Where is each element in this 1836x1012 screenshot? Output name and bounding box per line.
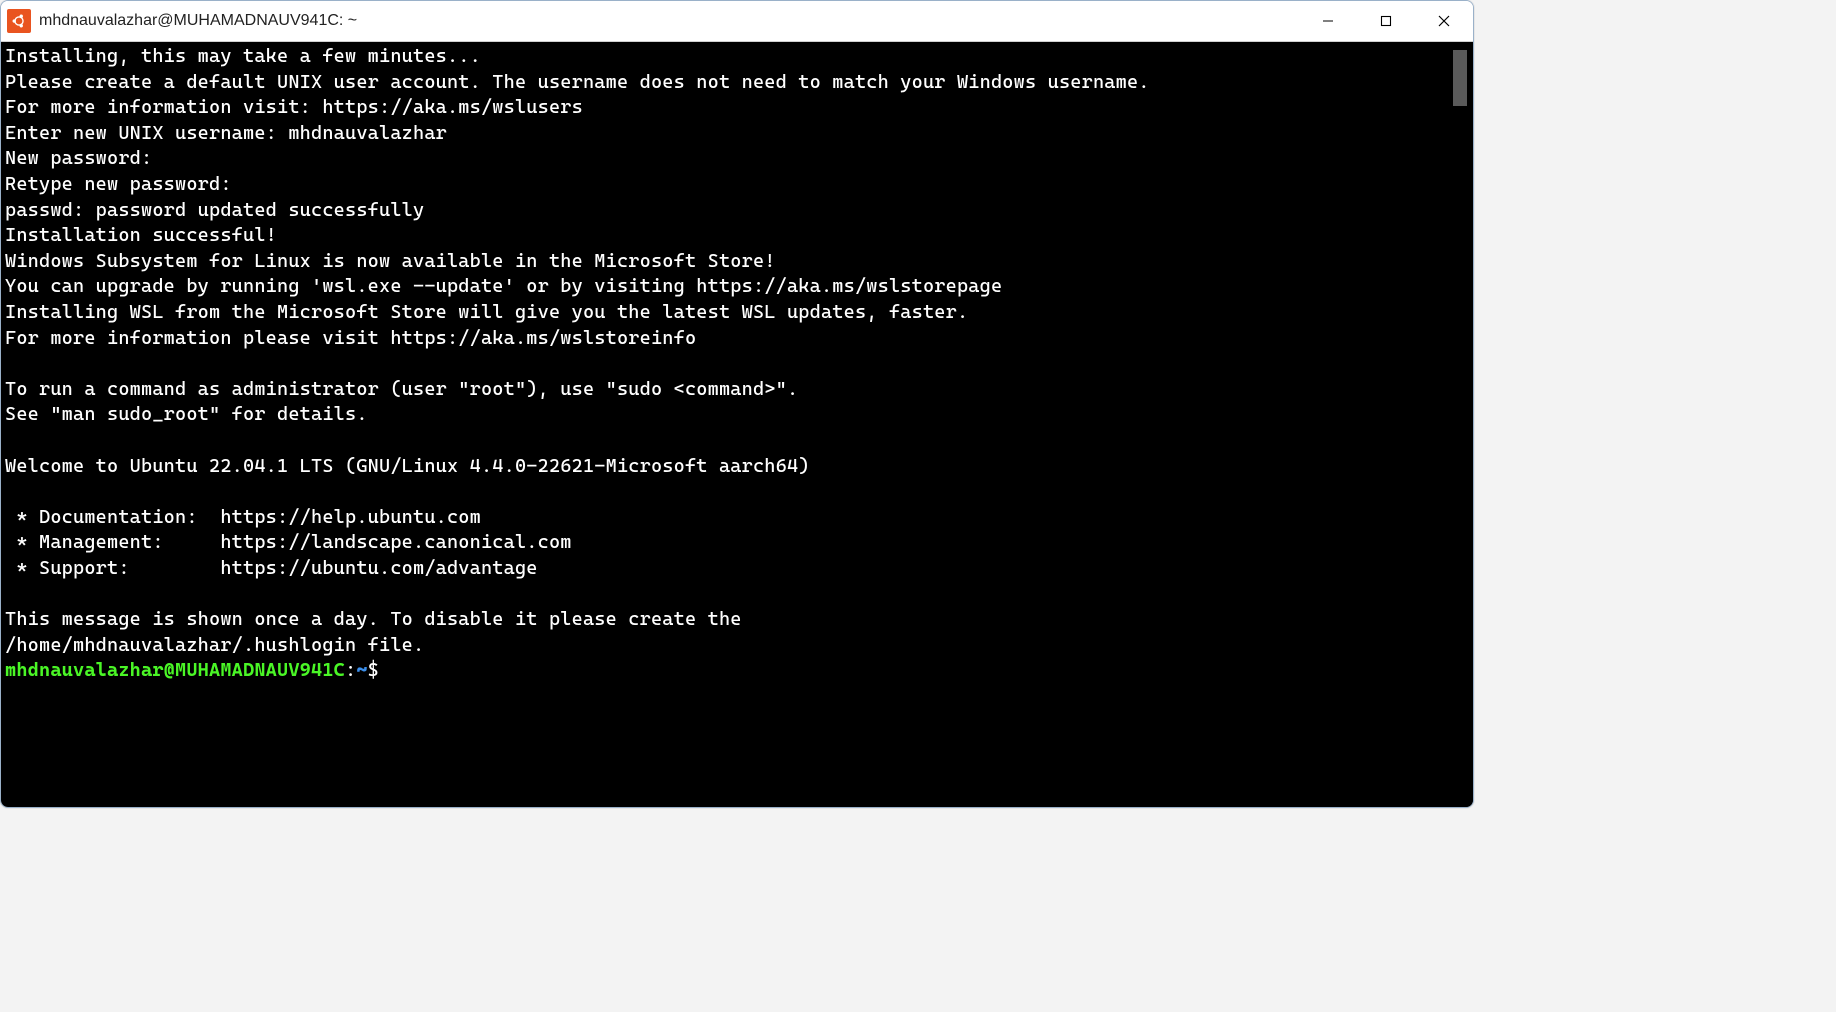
- terminal-area: Installing, this may take a few minutes.…: [1, 42, 1473, 807]
- terminal-line: Welcome to Ubuntu 22.04.1 LTS (GNU/Linux…: [5, 454, 1447, 480]
- terminal-line: Installing WSL from the Microsoft Store …: [5, 300, 1447, 326]
- terminal-line: For more information please visit https:…: [5, 326, 1447, 352]
- close-button[interactable]: [1415, 1, 1473, 41]
- terminal-line: See "man sudo_root" for details.: [5, 402, 1447, 428]
- terminal-line: New password:: [5, 146, 1447, 172]
- terminal-prompt-line[interactable]: mhdnauvalazhar@MUHAMADNAUV941C:~$: [5, 658, 1447, 684]
- maximize-button[interactable]: [1357, 1, 1415, 41]
- terminal-line: Please create a default UNIX user accoun…: [5, 70, 1447, 96]
- terminal-line: Windows Subsystem for Linux is now avail…: [5, 249, 1447, 275]
- prompt-dollar: $: [368, 659, 391, 681]
- terminal-line: Enter new UNIX username: mhdnauvalazhar: [5, 121, 1447, 147]
- minimize-button[interactable]: [1299, 1, 1357, 41]
- window-titlebar[interactable]: mhdnauvalazhar@MUHAMADNAUV941C: ~: [1, 1, 1473, 42]
- terminal-line: Installation successful!: [5, 223, 1447, 249]
- terminal-line: For more information visit: https://aka.…: [5, 95, 1447, 121]
- terminal-line: [5, 479, 1447, 505]
- terminal-line: [5, 428, 1447, 454]
- prompt-user-host: mhdnauvalazhar@MUHAMADNAUV941C: [5, 659, 345, 681]
- prompt-separator: :: [345, 659, 356, 681]
- terminal-line: * Support: https://ubuntu.com/advantage: [5, 556, 1447, 582]
- terminal-line: passwd: password updated successfully: [5, 198, 1447, 224]
- terminal-output[interactable]: Installing, this may take a few minutes.…: [1, 42, 1451, 807]
- window-controls: [1299, 1, 1473, 41]
- terminal-line: Installing, this may take a few minutes.…: [5, 44, 1447, 70]
- terminal-line: Retype new password:: [5, 172, 1447, 198]
- terminal-scrollbar[interactable]: [1451, 42, 1473, 807]
- terminal-line: * Documentation: https://help.ubuntu.com: [5, 505, 1447, 531]
- terminal-line: * Management: https://landscape.canonica…: [5, 530, 1447, 556]
- window-title: mhdnauvalazhar@MUHAMADNAUV941C: ~: [39, 12, 357, 30]
- scrollbar-thumb[interactable]: [1453, 50, 1467, 106]
- terminal-line: [5, 351, 1447, 377]
- terminal-cursor: [390, 661, 401, 681]
- terminal-line: This message is shown once a day. To dis…: [5, 607, 1447, 633]
- terminal-window: mhdnauvalazhar@MUHAMADNAUV941C: ~ Instal…: [0, 0, 1474, 808]
- terminal-line: You can upgrade by running 'wsl.exe --up…: [5, 274, 1447, 300]
- prompt-path: ~: [356, 659, 367, 681]
- ubuntu-icon: [7, 9, 31, 33]
- terminal-line: /home/mhdnauvalazhar/.hushlogin file.: [5, 633, 1447, 659]
- terminal-line: To run a command as administrator (user …: [5, 377, 1447, 403]
- terminal-line: [5, 581, 1447, 607]
- titlebar-left: mhdnauvalazhar@MUHAMADNAUV941C: ~: [7, 9, 357, 33]
